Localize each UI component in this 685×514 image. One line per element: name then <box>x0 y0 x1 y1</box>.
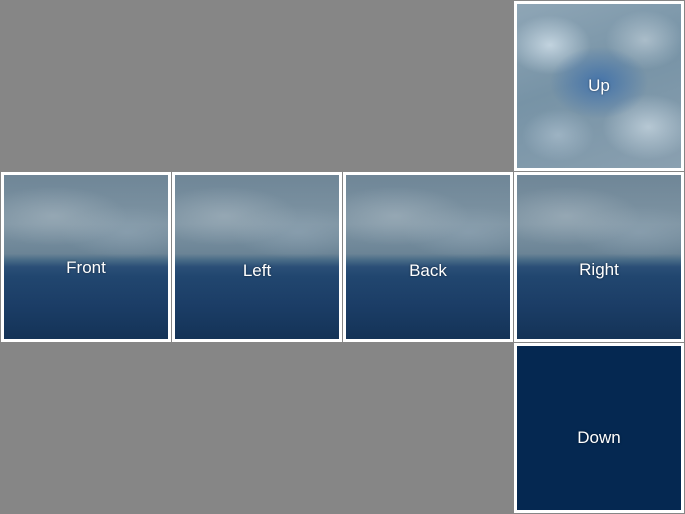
skybox-face-right: Right <box>514 172 684 342</box>
face-label-front: Front <box>66 258 106 277</box>
face-label-left: Left <box>242 261 272 280</box>
skybox-face-front: Front <box>1 172 171 342</box>
face-label-down: Down <box>577 428 621 447</box>
skybox-face-down: Down <box>514 343 684 513</box>
face-label-back: Back <box>409 261 447 280</box>
face-label-right: Right <box>579 260 619 279</box>
skybox-face-left: Left <box>172 172 342 342</box>
face-label-up: Up <box>588 76 610 95</box>
skybox-face-up: Up <box>514 1 684 171</box>
skybox-face-back: Back <box>343 172 513 342</box>
